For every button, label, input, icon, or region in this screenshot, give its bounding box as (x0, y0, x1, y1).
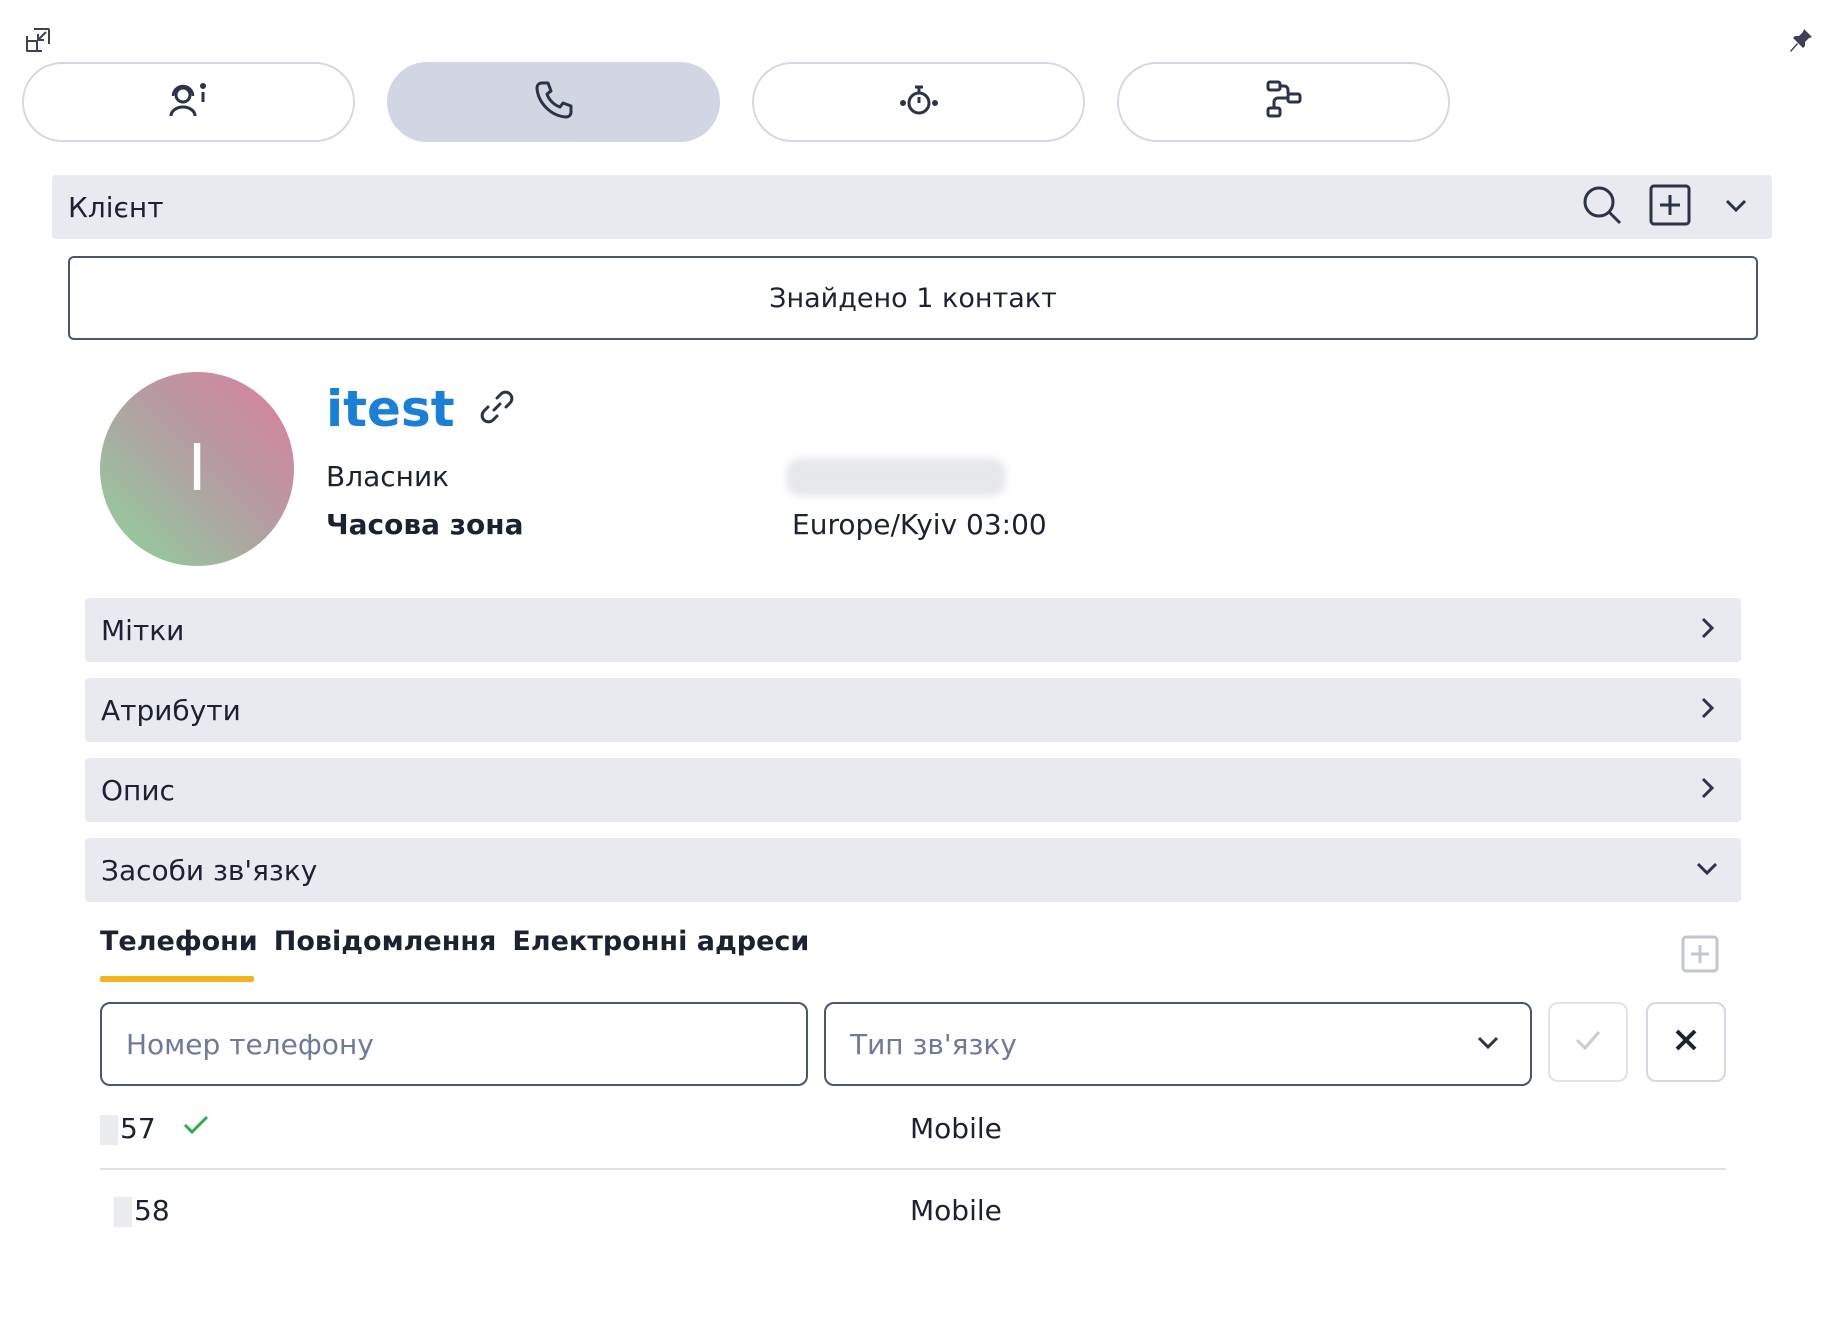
confirm-button[interactable] (1548, 1002, 1628, 1082)
attributes-section[interactable]: Атрибути (85, 678, 1741, 742)
timezone-label: Часова зона (326, 508, 524, 541)
chevron-right-icon (1689, 770, 1725, 810)
phone-type: Mobile (910, 1193, 1002, 1227)
phone-row[interactable]: 57 Mobile (100, 1088, 1726, 1168)
communications-label: Засоби зв'язку (101, 853, 318, 887)
tab-timer[interactable] (752, 62, 1085, 142)
contact-name-link[interactable]: itest (326, 380, 455, 438)
phone-type: Mobile (910, 1111, 1002, 1145)
avatar-initial: I (187, 432, 207, 506)
primary-check-icon (180, 1109, 212, 1148)
tab-messages[interactable]: Повідомлення (274, 926, 497, 957)
flow-icon (1262, 78, 1306, 126)
attributes-label: Атрибути (101, 693, 241, 727)
phone-number: 58 (100, 1194, 170, 1227)
chevron-down-icon (1470, 1024, 1506, 1064)
link-icon[interactable] (477, 387, 517, 431)
contact-type-select[interactable]: Тип зв'язку (824, 1002, 1532, 1086)
owner-label: Власник (326, 460, 450, 493)
avatar: I (100, 372, 294, 566)
add-contact-icon[interactable] (1648, 183, 1692, 231)
tab-call[interactable] (387, 62, 720, 142)
chevron-down-icon[interactable] (1716, 185, 1756, 229)
phone-number: 57 (100, 1112, 156, 1145)
tab-flow[interactable] (1117, 62, 1450, 142)
close-icon (1671, 1025, 1701, 1059)
stopwatch-icon (897, 78, 941, 126)
contacts-found-text: Знайдено 1 контакт (769, 282, 1057, 314)
check-icon (1571, 1023, 1605, 1061)
phone-icon (532, 78, 576, 126)
owner-value-redacted (786, 458, 1006, 496)
contact-panel: Клієнт Знайдено 1 контакт I itest Власни… (0, 0, 1830, 1334)
tags-section[interactable]: Мітки (85, 598, 1741, 662)
description-label: Опис (101, 773, 175, 807)
add-phone-icon[interactable] (1680, 934, 1720, 974)
contact-type-placeholder: Тип зв'язку (850, 1027, 1017, 1061)
contact-name-row: itest (326, 380, 517, 438)
tab-agent-info[interactable] (22, 62, 355, 142)
description-section[interactable]: Опис (85, 758, 1741, 822)
client-title: Клієнт (68, 190, 164, 224)
chevron-down-icon (1689, 850, 1725, 890)
agent-info-icon (167, 80, 211, 124)
tab-phones[interactable]: Телефони (100, 926, 258, 957)
search-icon[interactable] (1580, 183, 1624, 231)
communication-tabs: Телефони Повідомлення Електронні адреси (100, 926, 809, 957)
pin-icon[interactable] (1781, 20, 1821, 60)
timezone-value: Europe/Kyiv 03:00 (792, 508, 1047, 541)
active-tab-indicator (100, 976, 254, 982)
chevron-right-icon (1689, 690, 1725, 730)
cancel-button[interactable] (1646, 1002, 1726, 1082)
tab-bar (22, 62, 1450, 142)
communications-section[interactable]: Засоби зв'язку (85, 838, 1741, 902)
phone-number-input[interactable] (100, 1002, 808, 1086)
tags-label: Мітки (101, 613, 185, 647)
phone-row[interactable]: 58 Mobile (100, 1170, 1726, 1250)
tab-emails[interactable]: Електронні адреси (512, 926, 809, 957)
contacts-found-banner[interactable]: Знайдено 1 контакт (68, 256, 1758, 340)
client-section-header[interactable]: Клієнт (52, 175, 1772, 239)
collapse-icon[interactable] (18, 20, 58, 60)
chevron-right-icon (1689, 610, 1725, 650)
